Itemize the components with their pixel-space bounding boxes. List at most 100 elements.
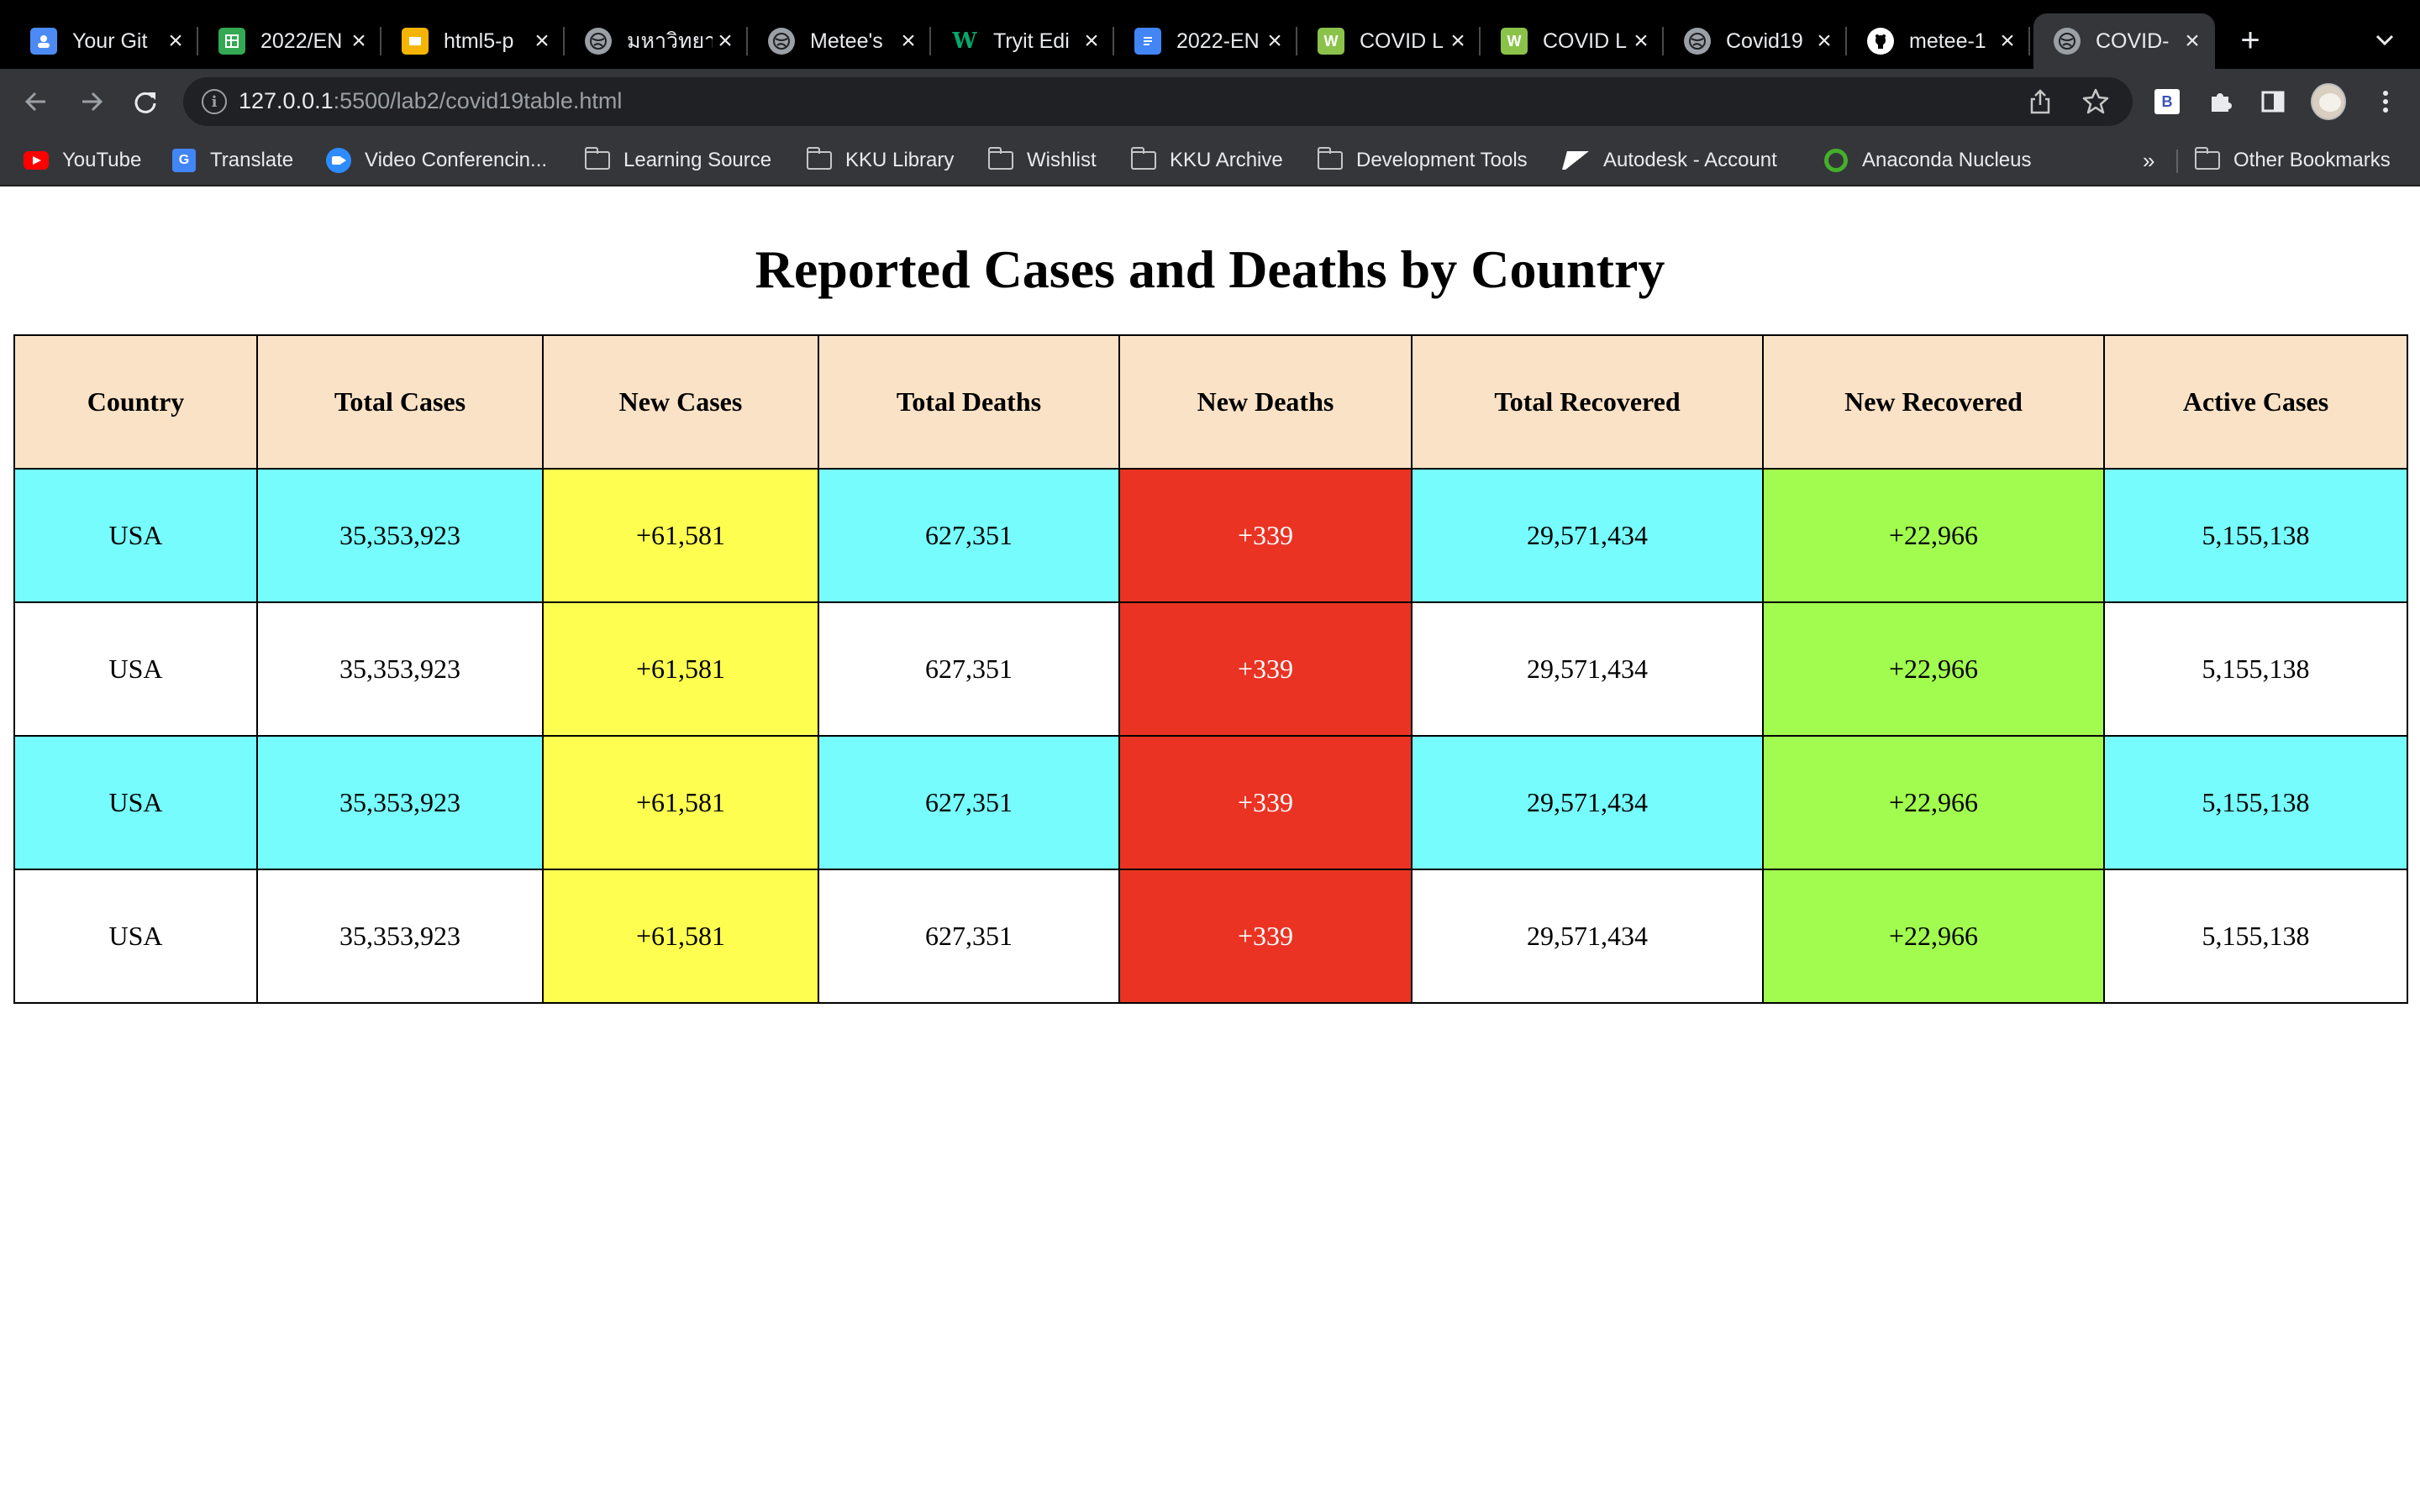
tab-search-button[interactable] bbox=[2368, 24, 2402, 57]
bookmark-label: Other Bookmarks bbox=[2233, 149, 2391, 171]
url-host: 127.0.0.1 bbox=[239, 88, 334, 113]
bookmark-folder-kku-library[interactable]: KKU Library bbox=[806, 144, 955, 176]
tab-title: Tryit Edi bbox=[993, 29, 1070, 53]
close-icon[interactable]: × bbox=[1812, 27, 1837, 55]
cell-total-cases: 35,353,923 bbox=[256, 468, 544, 603]
tab-title: 2022/EN bbox=[260, 29, 343, 53]
url-text[interactable]: 127.0.0.1:5500/lab2/covid19table.html bbox=[239, 88, 622, 114]
bookmark-anaconda-nucleus[interactable]: Anaconda Nucleus bbox=[1823, 144, 2031, 176]
tab-divider bbox=[2028, 27, 2030, 55]
w3schools-icon: W bbox=[952, 29, 977, 54]
bookmark-translate[interactable]: G Translate bbox=[171, 144, 293, 176]
cell-country: USA bbox=[13, 468, 258, 603]
bookmark-label: Autodesk - Account bbox=[1603, 149, 1777, 171]
close-icon[interactable]: × bbox=[896, 27, 921, 55]
bookmark-folder-learning-source[interactable]: Learning Source bbox=[584, 144, 772, 176]
close-icon[interactable]: × bbox=[529, 27, 555, 55]
close-icon[interactable]: × bbox=[1628, 27, 1654, 55]
column-header: New Recovered bbox=[1762, 334, 2105, 470]
bookmarks-divider bbox=[2176, 150, 2178, 173]
chevron-down-icon bbox=[2375, 34, 2394, 46]
bookmark-other-bookmarks[interactable]: Other Bookmarks bbox=[2194, 144, 2391, 176]
zoom-icon bbox=[326, 148, 351, 173]
table-row: USA 35,353,923 +61,581 627,351 +339 29,5… bbox=[13, 869, 2408, 1004]
browser-tab[interactable]: Your Git × bbox=[0, 13, 198, 69]
bookmark-folder-development-tools[interactable]: Development Tools bbox=[1317, 144, 1528, 176]
browser-tab[interactable]: metee-1 × bbox=[1847, 13, 2030, 69]
menu-kebab-icon[interactable] bbox=[2368, 84, 2403, 119]
close-icon[interactable]: × bbox=[713, 27, 738, 55]
cell-new-deaths: +339 bbox=[1118, 869, 1413, 1004]
tab-title: มหาวิทยา bbox=[627, 29, 713, 53]
browser-tab[interactable]: html5-p × bbox=[381, 13, 565, 69]
address-bar[interactable]: i 127.0.0.1:5500/lab2/covid19table.html bbox=[183, 77, 2133, 126]
browser-tab[interactable]: W COVID L × bbox=[1481, 13, 1664, 69]
bookmark-autodesk-account[interactable]: Autodesk - Account bbox=[1562, 144, 1777, 176]
extension-b-icon: B bbox=[2154, 89, 2180, 114]
column-header: New Deaths bbox=[1118, 334, 1413, 470]
cell-new-recovered: +22,966 bbox=[1762, 601, 2105, 737]
reload-icon bbox=[134, 92, 156, 113]
folder-icon bbox=[987, 147, 1013, 173]
table-row: USA 35,353,923 +61,581 627,351 +339 29,5… bbox=[13, 468, 2408, 603]
folder-icon bbox=[2194, 147, 2220, 173]
folder-icon bbox=[1130, 147, 1156, 173]
close-icon[interactable]: × bbox=[163, 27, 188, 55]
bookmark-label: Anaconda Nucleus bbox=[1862, 149, 2032, 171]
browser-tab[interactable]: มหาวิทยา × bbox=[565, 13, 748, 69]
cell-total-deaths: 627,351 bbox=[818, 468, 1120, 603]
close-icon[interactable]: × bbox=[1445, 27, 1470, 55]
column-header: Total Recovered bbox=[1411, 334, 1764, 470]
page-title: Reported Cases and Deaths by Country bbox=[755, 239, 1665, 299]
cell-new-deaths: +339 bbox=[1118, 735, 1413, 870]
browser-tab[interactable]: W COVID L × bbox=[1297, 13, 1481, 69]
translate-icon: G bbox=[171, 148, 197, 173]
bookmark-folder-kku-archive[interactable]: KKU Archive bbox=[1130, 144, 1283, 176]
cell-new-deaths: +339 bbox=[1118, 468, 1413, 603]
reload-button[interactable] bbox=[128, 84, 163, 119]
bookmarks-overflow-button[interactable]: » bbox=[2143, 144, 2154, 176]
share-icon[interactable] bbox=[2027, 88, 2054, 115]
browser-tab[interactable]: Covid19 × bbox=[1664, 13, 1847, 69]
browser-tab[interactable]: 2022-EN × bbox=[1114, 13, 1297, 69]
avatar bbox=[2311, 83, 2346, 120]
worldometer-icon: W bbox=[1318, 28, 1344, 55]
side-panel-icon[interactable] bbox=[2255, 84, 2291, 119]
browser-tab[interactable]: W Tryit Edi × bbox=[931, 13, 1114, 69]
anaconda-icon bbox=[1823, 148, 1849, 173]
forward-arrow-icon bbox=[82, 92, 103, 112]
extensions-puzzle-icon[interactable] bbox=[2203, 84, 2238, 119]
autodesk-icon bbox=[1562, 148, 1592, 173]
browser-tab[interactable]: 2022/EN × bbox=[198, 13, 381, 69]
cell-total-cases: 35,353,923 bbox=[256, 601, 544, 737]
slides-icon bbox=[402, 28, 429, 55]
close-icon[interactable]: × bbox=[1262, 27, 1287, 55]
cell-total-deaths: 627,351 bbox=[818, 601, 1120, 737]
cell-active-cases: 5,155,138 bbox=[2103, 735, 2408, 870]
forward-button[interactable] bbox=[74, 84, 109, 119]
cell-new-recovered: +22,966 bbox=[1762, 869, 2105, 1004]
new-tab-button[interactable]: + bbox=[2233, 22, 2267, 59]
profile-button[interactable] bbox=[2311, 83, 2346, 120]
bookmark-star-icon[interactable] bbox=[2081, 86, 2111, 116]
bookmark-label: KKU Library bbox=[845, 149, 955, 171]
bookmark-label: Learning Source bbox=[623, 149, 772, 171]
url-path: :5500/lab2/covid19table.html bbox=[333, 88, 623, 113]
globe-icon bbox=[1684, 28, 1711, 55]
info-icon[interactable]: i bbox=[202, 89, 227, 114]
bookmark-video-conferencing[interactable]: Video Conferencin... bbox=[326, 144, 547, 176]
column-header: Active Cases bbox=[2103, 334, 2408, 470]
back-button[interactable] bbox=[18, 84, 54, 119]
extension-button[interactable]: B bbox=[2149, 84, 2185, 119]
bookmark-label: YouTube bbox=[62, 149, 142, 171]
bookmark-youtube[interactable]: YouTube bbox=[24, 144, 141, 176]
folder-icon bbox=[1317, 147, 1343, 173]
bookmark-folder-wishlist[interactable]: Wishlist bbox=[987, 144, 1097, 176]
browser-tab-active[interactable]: COVID- × bbox=[2033, 13, 2215, 69]
close-icon[interactable]: × bbox=[346, 27, 371, 55]
browser-tab[interactable]: Metee's × bbox=[748, 13, 931, 69]
close-icon[interactable]: × bbox=[1079, 27, 1104, 55]
cell-total-recovered: 29,571,434 bbox=[1411, 735, 1764, 870]
close-icon[interactable]: × bbox=[2180, 27, 2205, 55]
close-icon[interactable]: × bbox=[1995, 27, 2020, 55]
